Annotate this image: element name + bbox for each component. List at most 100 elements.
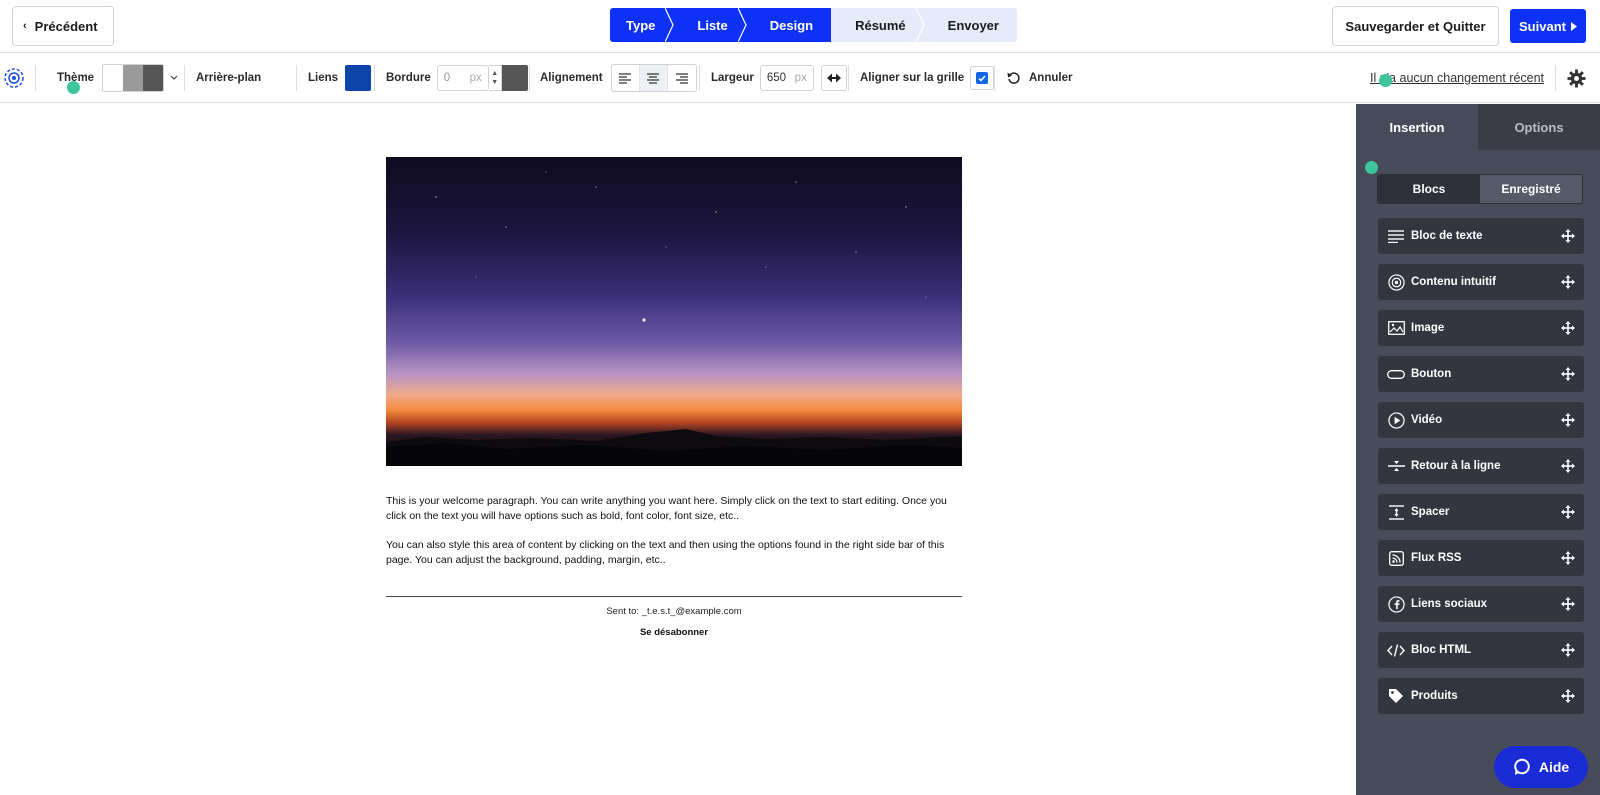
- border-color-swatch[interactable]: [501, 65, 528, 91]
- border-width-value: 0: [443, 72, 451, 84]
- move-icon[interactable]: [1560, 274, 1576, 290]
- block-line-break[interactable]: Retour à la ligne: [1378, 448, 1584, 484]
- block-smart-content[interactable]: Contenu intuitif: [1378, 264, 1584, 300]
- step-list[interactable]: Liste: [673, 8, 747, 42]
- width-value: 650: [766, 72, 787, 84]
- border-width-unit: px: [469, 72, 482, 84]
- move-icon[interactable]: [1560, 550, 1576, 566]
- step-send[interactable]: Envoyer: [923, 8, 1017, 42]
- border-width-stepper[interactable]: ▲ ▼: [488, 65, 502, 91]
- stepper-down-icon[interactable]: ▼: [491, 78, 498, 87]
- style-paragraph[interactable]: You can also style this area of content …: [386, 538, 962, 568]
- recent-changes-link[interactable]: Il n'a aucun changement récent: [1370, 53, 1544, 103]
- block-products[interactable]: Produits: [1378, 678, 1584, 714]
- right-sidebar: Insertion Options Blocs Enregistré Bloc …: [1356, 104, 1600, 795]
- width-input[interactable]: 650 px: [759, 65, 814, 91]
- block-text[interactable]: Bloc de texte: [1378, 218, 1584, 254]
- block-rss[interactable]: Flux RSS: [1378, 540, 1584, 576]
- move-icon[interactable]: [1560, 458, 1576, 474]
- links-label: Liens: [308, 72, 339, 84]
- theme-swatch-light: [103, 65, 124, 91]
- chevron-left-icon: ‹: [23, 20, 27, 32]
- step-arrow-icon: [665, 8, 675, 42]
- step-send-label: Envoyer: [947, 17, 999, 33]
- text-lines-icon: [1386, 226, 1406, 246]
- border-width-input[interactable]: 0 px: [436, 65, 489, 91]
- move-icon[interactable]: [1560, 596, 1576, 612]
- alignment-control: Alignement: [540, 53, 697, 103]
- step-summary[interactable]: Résumé: [831, 8, 925, 42]
- move-icon[interactable]: [1560, 688, 1576, 704]
- help-button[interactable]: Aide: [1494, 746, 1588, 788]
- previous-button[interactable]: ‹ Précédent: [12, 6, 114, 46]
- chat-bubble-icon: [1514, 758, 1530, 775]
- align-center-button[interactable]: [639, 65, 668, 91]
- tab-saved[interactable]: Enregistré: [1480, 175, 1582, 203]
- alignment-buttons: [610, 64, 697, 92]
- align-left-button[interactable]: [611, 65, 640, 91]
- tab-blocks[interactable]: Blocs: [1378, 175, 1480, 203]
- background-control[interactable]: Arrière-plan: [196, 53, 261, 103]
- width-unit: px: [794, 72, 807, 84]
- snap-to-grid-label: Aligner sur la grille: [860, 72, 965, 84]
- play-icon: [1386, 410, 1406, 430]
- full-width-button[interactable]: [820, 65, 847, 91]
- undo-label: Annuler: [1029, 72, 1073, 84]
- stepper-up-icon[interactable]: ▲: [491, 69, 498, 78]
- settings-button[interactable]: [1567, 53, 1586, 103]
- move-icon[interactable]: [1560, 504, 1576, 520]
- block-html[interactable]: Bloc HTML: [1378, 632, 1584, 668]
- image-icon: [1386, 318, 1406, 338]
- move-icon[interactable]: [1560, 642, 1576, 658]
- block-social-links[interactable]: Liens sociaux: [1378, 586, 1584, 622]
- help-label: Aide: [1538, 759, 1570, 775]
- welcome-paragraph[interactable]: This is your welcome paragraph. You can …: [386, 494, 962, 524]
- smart-content-toggle[interactable]: [3, 53, 25, 103]
- rss-icon: [1386, 548, 1406, 568]
- theme-swatches[interactable]: [102, 64, 165, 92]
- step-list-label: Liste: [697, 17, 728, 33]
- next-button[interactable]: Suivant: [1510, 9, 1586, 43]
- email-canvas: This is your welcome paragraph. You can …: [0, 104, 1356, 795]
- hotspot-marker: [67, 81, 80, 94]
- chevron-down-icon[interactable]: [170, 75, 178, 81]
- step-type[interactable]: Type: [610, 8, 675, 42]
- undo-button[interactable]: Annuler: [1007, 53, 1072, 103]
- theme-control[interactable]: Thème: [57, 53, 178, 103]
- tab-options[interactable]: Options: [1478, 104, 1600, 150]
- move-icon[interactable]: [1560, 412, 1576, 428]
- move-icon[interactable]: [1560, 320, 1576, 336]
- save-and-quit-button[interactable]: Sauvegarder et Quitter: [1332, 6, 1499, 46]
- toolbar-divider: [374, 65, 375, 91]
- block-spacer[interactable]: Spacer: [1378, 494, 1584, 530]
- block-image[interactable]: Image: [1378, 310, 1584, 346]
- links-color-swatch[interactable]: [345, 65, 372, 91]
- toolbar-divider: [994, 65, 995, 91]
- align-center-icon: [647, 72, 660, 84]
- links-control[interactable]: Liens: [308, 53, 372, 103]
- move-icon[interactable]: [1560, 366, 1576, 382]
- background-label: Arrière-plan: [196, 72, 262, 84]
- tag-icon: [1386, 686, 1406, 706]
- step-arrow-icon: [737, 8, 747, 42]
- block-button[interactable]: Bouton: [1378, 356, 1584, 392]
- block-video[interactable]: Vidéo: [1378, 402, 1584, 438]
- target-icon: [4, 68, 24, 88]
- border-label: Bordure: [386, 72, 431, 84]
- align-right-button[interactable]: [667, 65, 696, 91]
- design-toolbar: Thème Arrière-plan Liens Bordure 0 px ▲ …: [0, 53, 1600, 103]
- snap-to-grid-checkbox[interactable]: [970, 66, 995, 90]
- sent-to-text: Sent to: _t.e.s.t_@example.com: [606, 606, 742, 617]
- move-icon[interactable]: [1560, 228, 1576, 244]
- sidebar-tabs: Insertion Options: [1356, 104, 1600, 150]
- block-label: Image: [1411, 322, 1445, 334]
- block-label: Bouton: [1411, 368, 1452, 380]
- button-icon: [1386, 364, 1406, 384]
- hero-image[interactable]: [386, 157, 962, 466]
- email-body: This is your welcome paragraph. You can …: [386, 157, 962, 638]
- theme-swatch-dark: [143, 65, 164, 91]
- undo-icon: [1007, 72, 1020, 84]
- step-design[interactable]: Design: [745, 8, 832, 42]
- tab-insertion[interactable]: Insertion: [1356, 104, 1478, 150]
- unsubscribe-link[interactable]: Se désabonner: [386, 627, 962, 638]
